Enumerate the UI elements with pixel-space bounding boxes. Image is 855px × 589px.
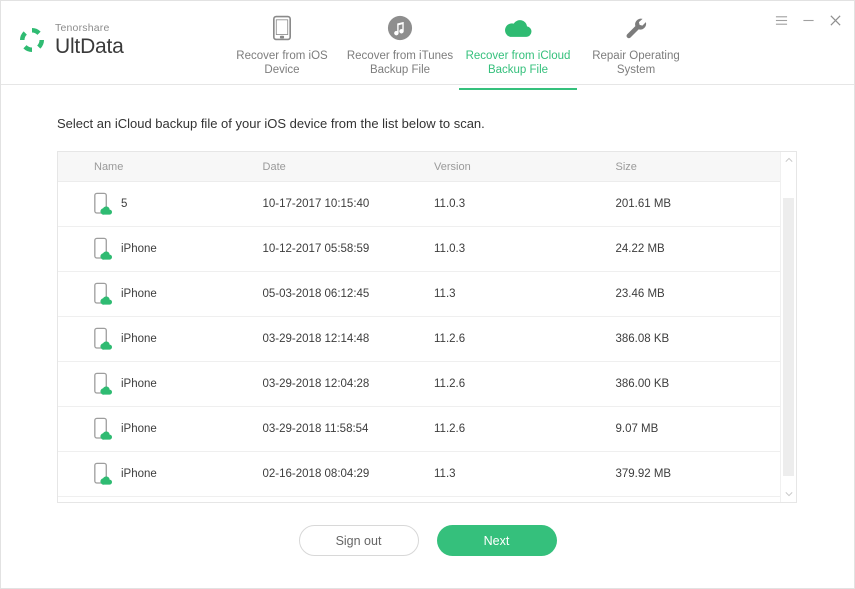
cell-name: iPhone <box>58 327 263 351</box>
phone-icon <box>273 13 291 43</box>
tab-label: Recover from iCloud Backup File <box>466 49 571 77</box>
table-row[interactable]: iPhone 05-03-2018 06:12:4511.323.46 MB <box>58 272 796 317</box>
cell-size: 386.00 KB <box>615 378 780 390</box>
cell-date: 10-12-2017 05:58:59 <box>263 243 435 255</box>
cell-date: 03-29-2018 12:14:48 <box>263 333 435 345</box>
cloud-icon <box>503 13 533 43</box>
cell-size: 379.92 MB <box>615 468 780 480</box>
backup-name: 5 <box>121 198 127 210</box>
tab-label: Recover from iTunes Backup File <box>347 49 453 77</box>
device-cloud-icon <box>94 192 112 216</box>
tab-recover-from-ios-device[interactable]: Recover from iOS Device <box>223 9 341 81</box>
cell-size: 386.08 KB <box>615 333 780 345</box>
table-row[interactable]: iPhone 03-29-2018 11:58:5411.2.69.07 MB <box>58 407 796 452</box>
brand-name-small: Tenorshare <box>55 23 124 34</box>
tab-label: Repair Operating System <box>592 49 680 77</box>
instruction-text: Select an iCloud backup file of your iOS… <box>57 116 798 131</box>
cell-name: iPhone <box>58 462 263 486</box>
column-header-date: Date <box>263 161 435 173</box>
backup-name: iPhone <box>121 378 157 390</box>
table-body: 510-17-2017 10:15:4011.0.3201.61 MB iPho… <box>58 182 796 503</box>
cell-date: 05-03-2018 06:12:45 <box>263 288 435 300</box>
backup-list-table: Name Date Version Size 5 10-17-2017 10:15… <box>57 151 797 503</box>
wrench-icon <box>624 13 649 43</box>
tab-recover-from-itunes-backup[interactable]: Recover from iTunes Backup File <box>341 9 459 81</box>
cell-date: 03-29-2018 11:58:54 <box>263 423 435 435</box>
cell-version: 11.2.6 <box>434 333 615 345</box>
cell-name: iPhone <box>58 417 263 441</box>
cell-version: 11.0.3 <box>434 198 615 210</box>
table-row[interactable]: iPhone 02-16-2018 08:04:2911.3379.92 MB <box>58 452 796 497</box>
cell-size: 9.07 MB <box>615 423 780 435</box>
cell-size: 24.22 MB <box>615 243 780 255</box>
column-header-name: Name <box>58 161 263 173</box>
cell-version: 11.2.6 <box>434 378 615 390</box>
brand-logo: Tenorshare UltData <box>17 23 124 57</box>
minimize-icon[interactable] <box>801 13 815 27</box>
table-scrollbar[interactable] <box>780 152 796 502</box>
cell-name: iPhone <box>58 237 263 261</box>
cell-version: 11.3 <box>434 288 615 300</box>
column-header-version: Version <box>434 161 615 173</box>
app-header: Tenorshare UltData Recover from iOS Devi… <box>1 1 854 85</box>
brand-name-large: UltData <box>55 36 124 57</box>
cell-date: 03-29-2018 12:04:28 <box>263 378 435 390</box>
table-row[interactable]: 5 10-17-2017 10:15:4011.0.3201.61 MB <box>58 182 796 227</box>
device-cloud-icon <box>94 372 112 396</box>
device-cloud-icon <box>94 462 112 486</box>
cell-date: 10-17-2017 10:15:40 <box>263 198 435 210</box>
main-nav: Recover from iOS Device Recover from iTu… <box>223 9 695 81</box>
window-controls <box>774 13 842 27</box>
main-content: Select an iCloud backup file of your iOS… <box>1 116 854 503</box>
cell-size: 201.61 MB <box>615 198 780 210</box>
next-button[interactable]: Next <box>437 525 557 556</box>
cell-size: 23.46 MB <box>615 288 780 300</box>
cell-version: 11.3 <box>434 468 615 480</box>
table-header-row: Name Date Version Size <box>58 152 796 182</box>
column-header-size: Size <box>615 161 780 173</box>
table-row-empty <box>58 497 796 503</box>
sign-out-button[interactable]: Sign out <box>299 525 419 556</box>
cell-version: 11.2.6 <box>434 423 615 435</box>
cell-name: iPhone <box>58 282 263 306</box>
close-icon[interactable] <box>828 13 842 27</box>
device-cloud-icon <box>94 282 112 306</box>
circular-arrows-icon <box>17 25 47 55</box>
device-cloud-icon <box>94 327 112 351</box>
backup-name: iPhone <box>121 288 157 300</box>
chevron-up-icon[interactable] <box>781 152 796 168</box>
backup-name: iPhone <box>121 243 157 255</box>
itunes-note-icon <box>387 13 413 43</box>
table-row[interactable]: iPhone 03-29-2018 12:14:4811.2.6386.08 KB <box>58 317 796 362</box>
table-row[interactable]: iPhone 10-12-2017 05:58:5911.0.324.22 MB <box>58 227 796 272</box>
scrollbar-thumb[interactable] <box>783 198 794 476</box>
device-cloud-icon <box>94 237 112 261</box>
backup-name: iPhone <box>121 468 157 480</box>
tab-label: Recover from iOS Device <box>236 49 327 77</box>
cell-name: iPhone <box>58 372 263 396</box>
backup-name: iPhone <box>121 423 157 435</box>
tab-repair-operating-system[interactable]: Repair Operating System <box>577 9 695 81</box>
ultdata-window: Tenorshare UltData Recover from iOS Devi… <box>0 0 855 589</box>
chevron-down-icon[interactable] <box>781 486 796 502</box>
footer-actions: Sign out Next <box>1 525 854 556</box>
cell-version: 11.0.3 <box>434 243 615 255</box>
device-cloud-icon <box>94 417 112 441</box>
table-row[interactable]: iPhone 03-29-2018 12:04:2811.2.6386.00 KB <box>58 362 796 407</box>
backup-name: iPhone <box>121 333 157 345</box>
cell-name: 5 <box>58 192 263 216</box>
cell-date: 02-16-2018 08:04:29 <box>263 468 435 480</box>
tab-recover-from-icloud-backup[interactable]: Recover from iCloud Backup File <box>459 9 577 81</box>
hamburger-icon[interactable] <box>774 13 788 27</box>
